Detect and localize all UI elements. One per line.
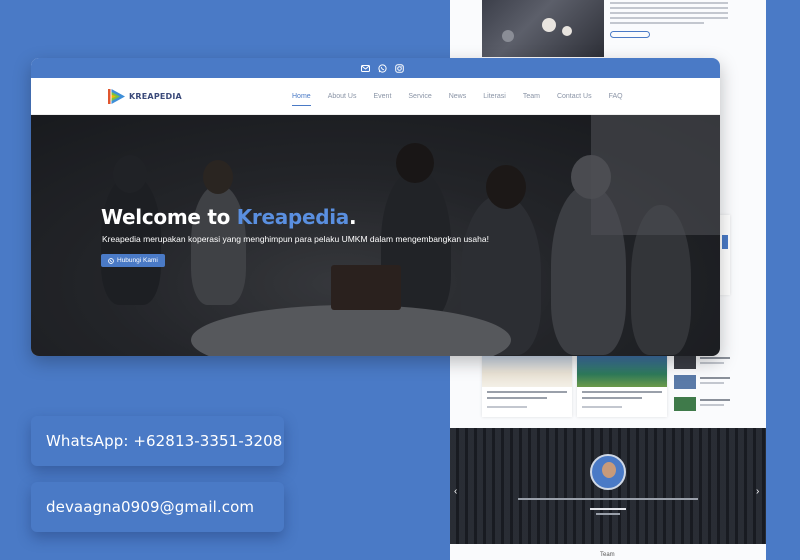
chevron-left-icon[interactable]: ‹ [454, 486, 457, 497]
about-text [610, 2, 728, 27]
news-card[interactable] [482, 355, 572, 417]
nav-event[interactable]: Event [373, 93, 391, 100]
kreapedia-logo-icon [108, 89, 125, 104]
team-section: ‹ › [450, 428, 766, 544]
email-contact[interactable]: devaagna0909@gmail.com [31, 482, 284, 532]
nav-news[interactable]: News [449, 93, 467, 100]
news-list-item[interactable] [674, 375, 732, 391]
main-menu: Home About Us Event Service News Literas… [292, 93, 640, 106]
hero-section: Welcome to Kreapedia. Kreapedia merupaka… [31, 115, 720, 356]
brand-logo[interactable]: KREAPEDIA [108, 88, 182, 105]
whatsapp-icon [108, 257, 114, 264]
nav-team[interactable]: Team [523, 93, 540, 100]
news-card[interactable] [577, 355, 667, 417]
nav-home[interactable]: Home [292, 93, 311, 106]
instagram-icon[interactable] [394, 63, 405, 74]
nav-contact-us[interactable]: Contact Us [557, 93, 592, 100]
whatsapp-icon[interactable] [377, 63, 388, 74]
read-more-button[interactable] [610, 31, 650, 38]
nav-service[interactable]: Service [408, 93, 431, 100]
nav-about-us[interactable]: About Us [328, 93, 357, 100]
whatsapp-contact[interactable]: WhatsApp: +62813-3351-3208 [31, 416, 284, 466]
contact-us-button-label: Hubungi Kami [117, 257, 158, 264]
team-title: Team [600, 552, 615, 558]
nav-faq[interactable]: FAQ [609, 93, 623, 100]
team-avatar [590, 454, 626, 490]
mail-icon[interactable] [360, 63, 371, 74]
navbar: KREAPEDIA Home About Us Event Service Ne… [31, 78, 720, 115]
website-window: KREAPEDIA Home About Us Event Service Ne… [31, 58, 720, 356]
about-photo [482, 0, 604, 57]
hero-title: Welcome to Kreapedia. [101, 205, 357, 229]
brand-name: KREAPEDIA [129, 92, 182, 101]
nav-literasi[interactable]: Literasi [483, 93, 506, 100]
chevron-right-icon[interactable]: › [756, 486, 759, 497]
news-list-item[interactable] [674, 355, 732, 371]
hero-subtitle: Kreapedia merupakan koperasi yang menghi… [102, 234, 489, 244]
top-bar [31, 58, 720, 78]
contact-us-button[interactable]: Hubungi Kami [101, 254, 165, 267]
news-list-item[interactable] [674, 397, 732, 413]
